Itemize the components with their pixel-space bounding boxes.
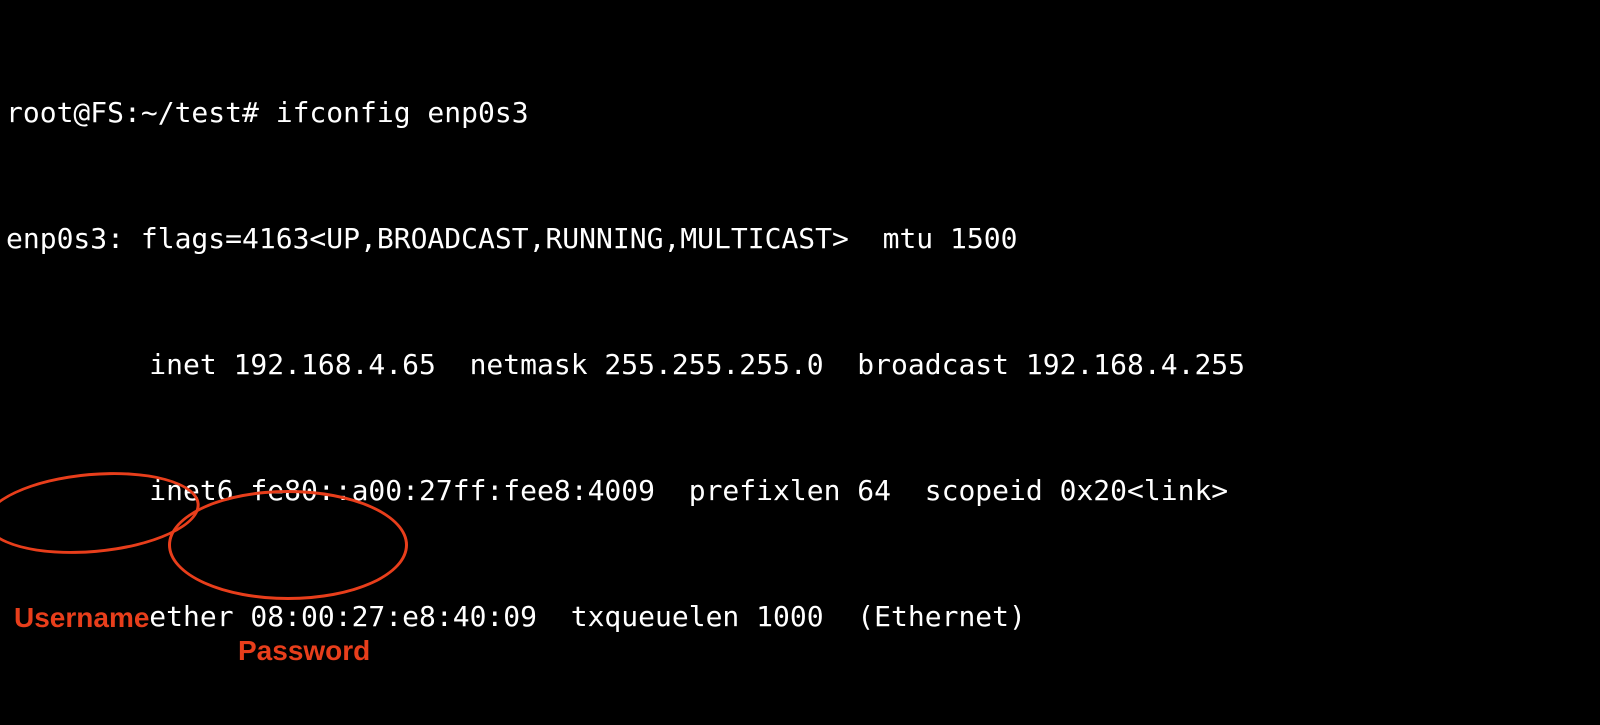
cmd-line-1: root@FS:~/test# ifconfig enp0s3 xyxy=(6,92,1600,134)
ifconfig-header: enp0s3: flags=4163<UP,BROADCAST,RUNNING,… xyxy=(6,218,1600,260)
shell-prompt: root@FS:~/test# xyxy=(6,96,276,129)
ifconfig-ether: ether 08:00:27:e8:40:09 txqueuelen 1000 … xyxy=(6,596,1600,638)
ifconfig-inet: inet 192.168.4.65 netmask 255.255.255.0 … xyxy=(6,344,1600,386)
ifconfig-inet6: inet6 fe80::a00:27ff:fee8:4009 prefixlen… xyxy=(6,470,1600,512)
terminal-output: root@FS:~/test# ifconfig enp0s3 enp0s3: … xyxy=(0,0,1600,725)
command-ifconfig: ifconfig enp0s3 xyxy=(276,96,529,129)
